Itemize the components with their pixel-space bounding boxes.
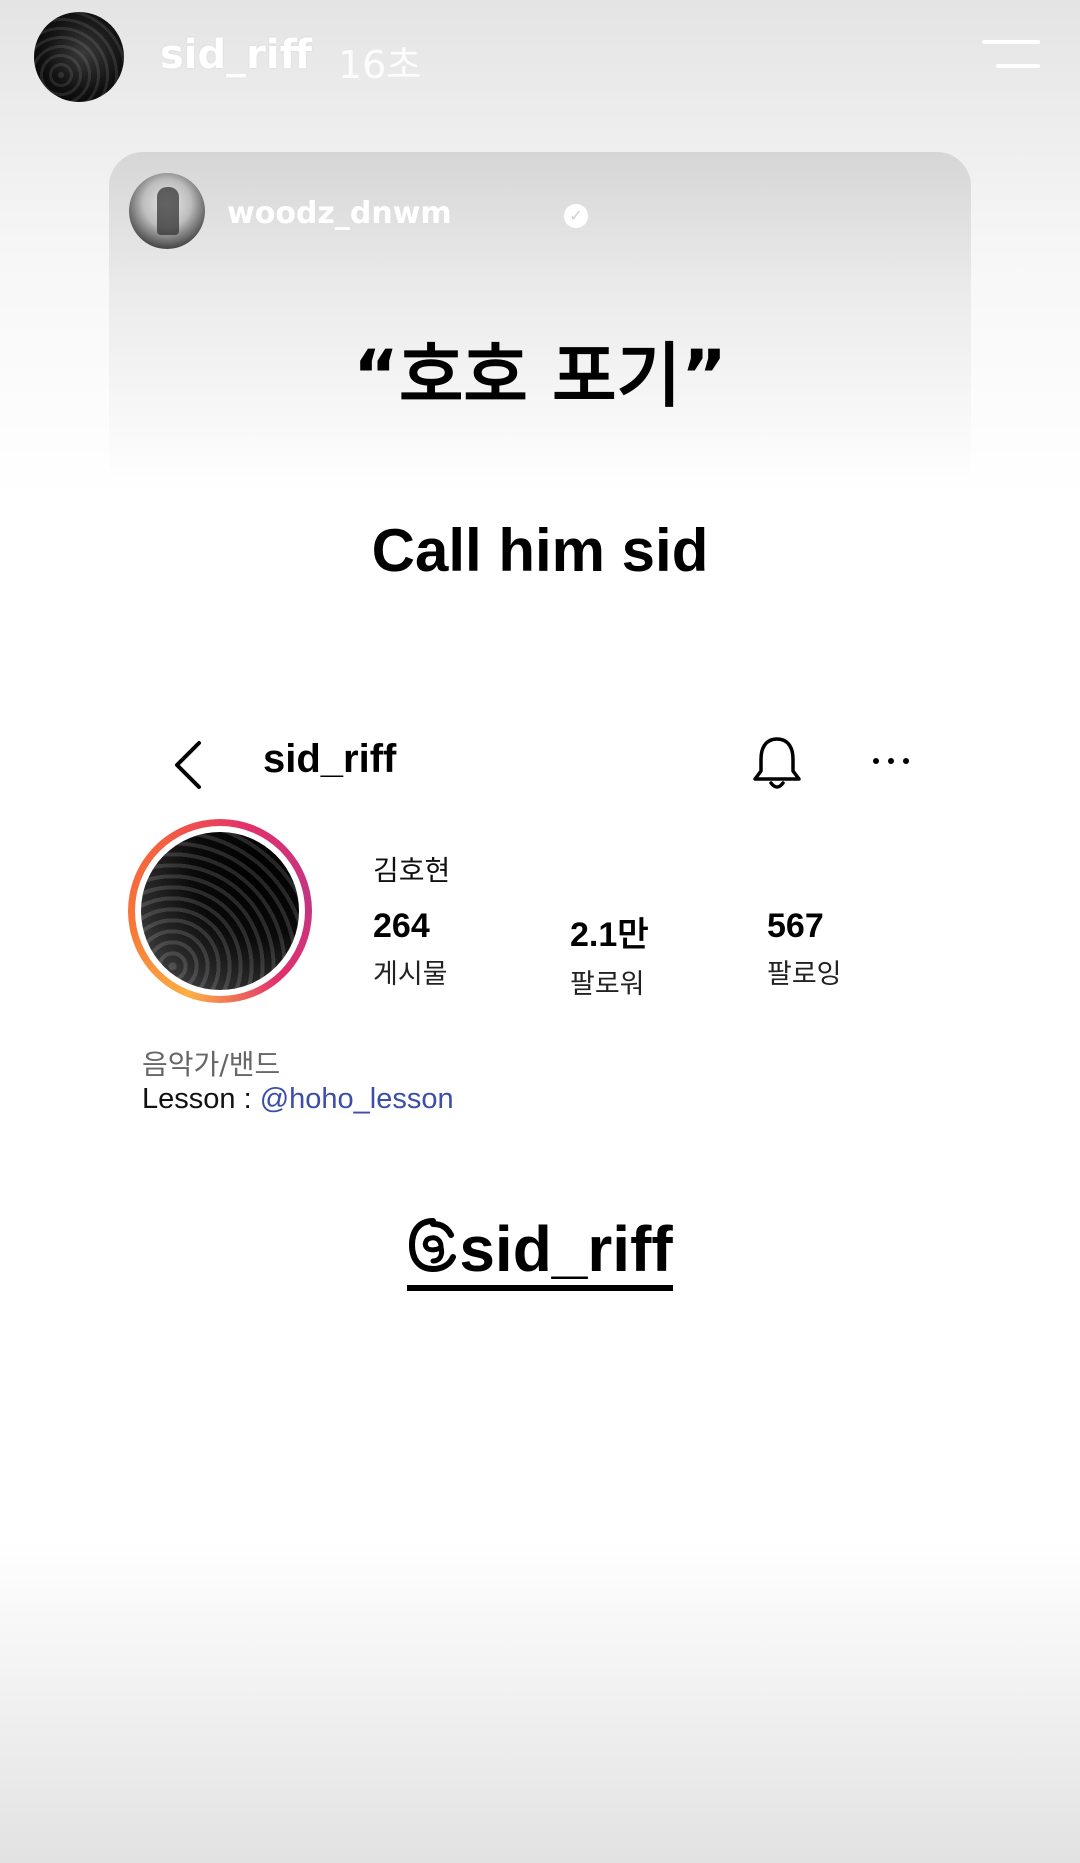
stat-following-value: 567: [767, 907, 824, 945]
profile-category: 음악가/밴드: [142, 1048, 281, 1081]
stat-posts-label: 게시물: [373, 959, 448, 990]
story-caption: Call him sid: [371, 517, 709, 584]
threads-handle-sticker: sid_riff: [0, 1213, 1080, 1292]
story-username[interactable]: sid_riff: [160, 32, 312, 78]
profile-screenshot: sid_riff 김호현 264 게시물 2.1만 팔로워 567 팔로잉 음악…: [109, 697, 971, 1141]
story-timestamp: 16초: [338, 43, 422, 87]
story-avatar[interactable]: [34, 12, 124, 102]
story-header: sid_riff 16초: [0, 0, 1080, 120]
threads-handle-text: sid_riff: [459, 1213, 673, 1285]
profile-full-name: 김호현: [373, 854, 451, 887]
chevron-left-icon[interactable]: [169, 737, 209, 793]
shared-post-username: woodz_dnwm: [227, 196, 452, 231]
stat-following-label: 팔로잉: [767, 959, 842, 990]
menu-icon[interactable]: [982, 38, 1042, 74]
threads-handle-link[interactable]: sid_riff: [407, 1213, 673, 1292]
more-horizontal-icon[interactable]: [871, 751, 911, 771]
bell-icon[interactable]: [749, 733, 805, 793]
threads-logo-icon: [409, 1218, 457, 1273]
shared-post-quote: “호호 포기”: [353, 335, 727, 417]
stat-followers-value: 2.1만: [570, 916, 649, 954]
bio-link[interactable]: @hoho_lesson: [260, 1083, 454, 1115]
stat-following[interactable]: 567 팔로잉: [767, 907, 842, 991]
profile-avatar[interactable]: [128, 819, 312, 1003]
bio-prefix: Lesson :: [142, 1083, 260, 1115]
shared-post-card[interactable]: woodz_dnwm ✓ “호호 포기”: [109, 152, 971, 492]
shared-post-avatar: [129, 173, 205, 249]
stat-posts[interactable]: 264 게시물: [373, 907, 448, 991]
verified-badge-icon: ✓: [564, 204, 588, 228]
stat-followers-label: 팔로워: [570, 969, 645, 1000]
stat-followers[interactable]: 2.1만 팔로워: [570, 907, 649, 1001]
profile-username: sid_riff: [263, 737, 397, 781]
profile-bio: Lesson : @hoho_lesson: [142, 1083, 454, 1116]
stat-posts-value: 264: [373, 907, 430, 945]
